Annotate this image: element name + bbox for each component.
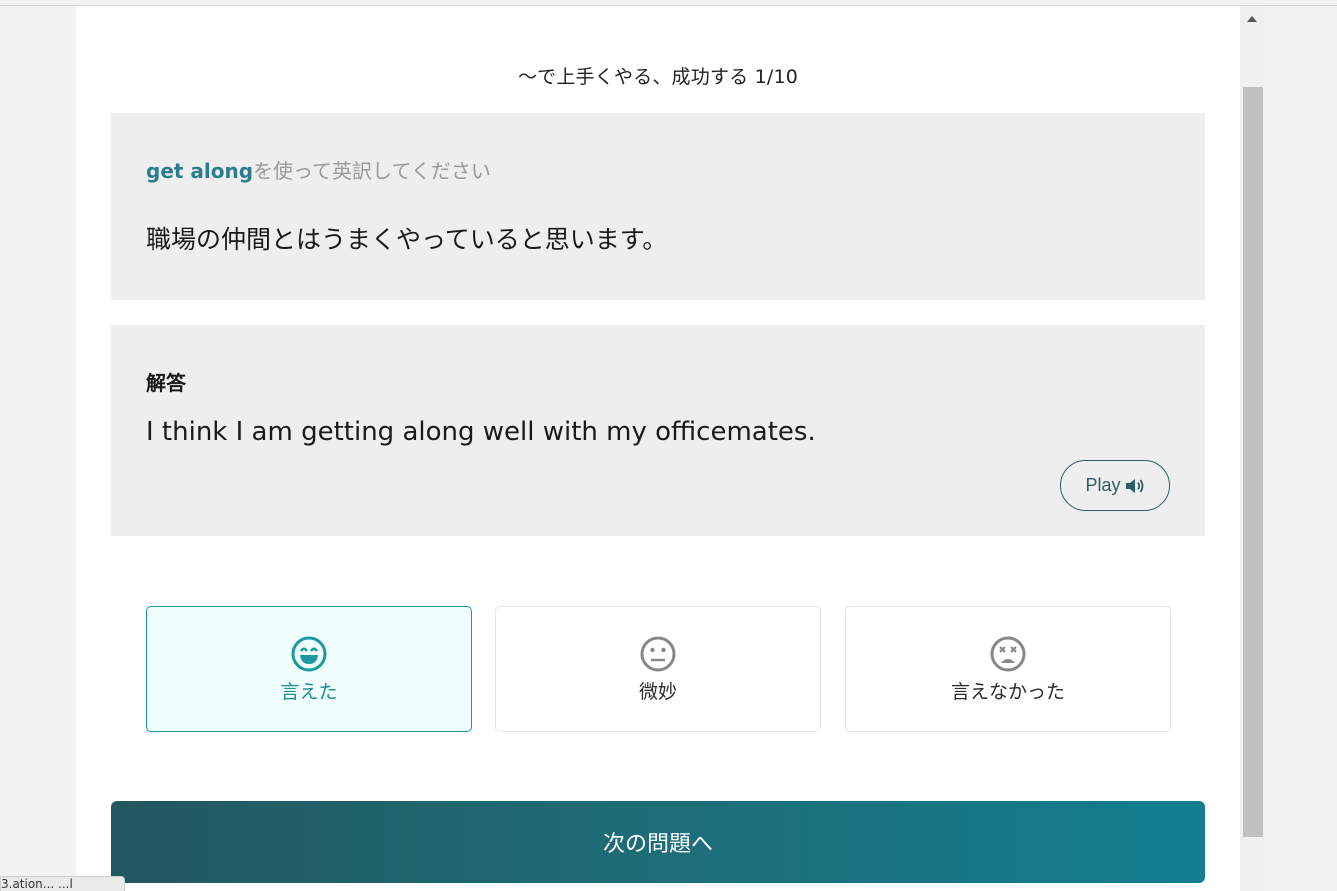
answer-card: 解答 I think I am getting along well with …: [111, 325, 1205, 536]
choice-so-so[interactable]: 微妙: [495, 606, 821, 732]
dizzy-face-icon: [990, 636, 1026, 671]
next-question-button[interactable]: 次の問題へ: [111, 801, 1205, 883]
choice-could-not[interactable]: 言えなかった: [845, 606, 1171, 732]
status-bar: 3.ation... ...l: [0, 876, 125, 891]
scroll-thumb[interactable]: [1243, 87, 1263, 837]
answer-label: 解答: [146, 371, 186, 395]
vertical-scrollbar[interactable]: [1240, 6, 1264, 891]
choice-said-it[interactable]: 言えた: [146, 606, 472, 732]
instruction-suffix: を使って英訳してください: [253, 159, 491, 183]
choice-label: 微妙: [638, 680, 677, 703]
question-sentence: 職場の仲間とはうまくやっていると思います。: [146, 225, 668, 254]
question-card: get alongを使って英訳してください 職場の仲間とはうまくやっていると思い…: [111, 113, 1205, 300]
page-title: ～で上手くやる、成功する 1/10: [517, 66, 799, 88]
main-page: ～で上手くやる、成功する 1/10 get alongを使って英訳してください …: [76, 6, 1240, 891]
speaker-icon: [1125, 478, 1143, 493]
keyword: get along: [146, 159, 254, 183]
answer-sentence: I think I am getting along well with my …: [146, 417, 816, 447]
play-label: Play: [1085, 475, 1121, 495]
choice-label: 言えた: [280, 680, 338, 703]
choice-label: 言えなかった: [950, 680, 1065, 703]
scroll-up-arrow-icon[interactable]: [1240, 12, 1264, 26]
neutral-face-icon: [640, 636, 676, 671]
instruction-text: get alongを使って英訳してください: [146, 155, 491, 184]
play-audio-button[interactable]: Play: [1060, 460, 1170, 511]
smile-icon: [291, 636, 327, 671]
